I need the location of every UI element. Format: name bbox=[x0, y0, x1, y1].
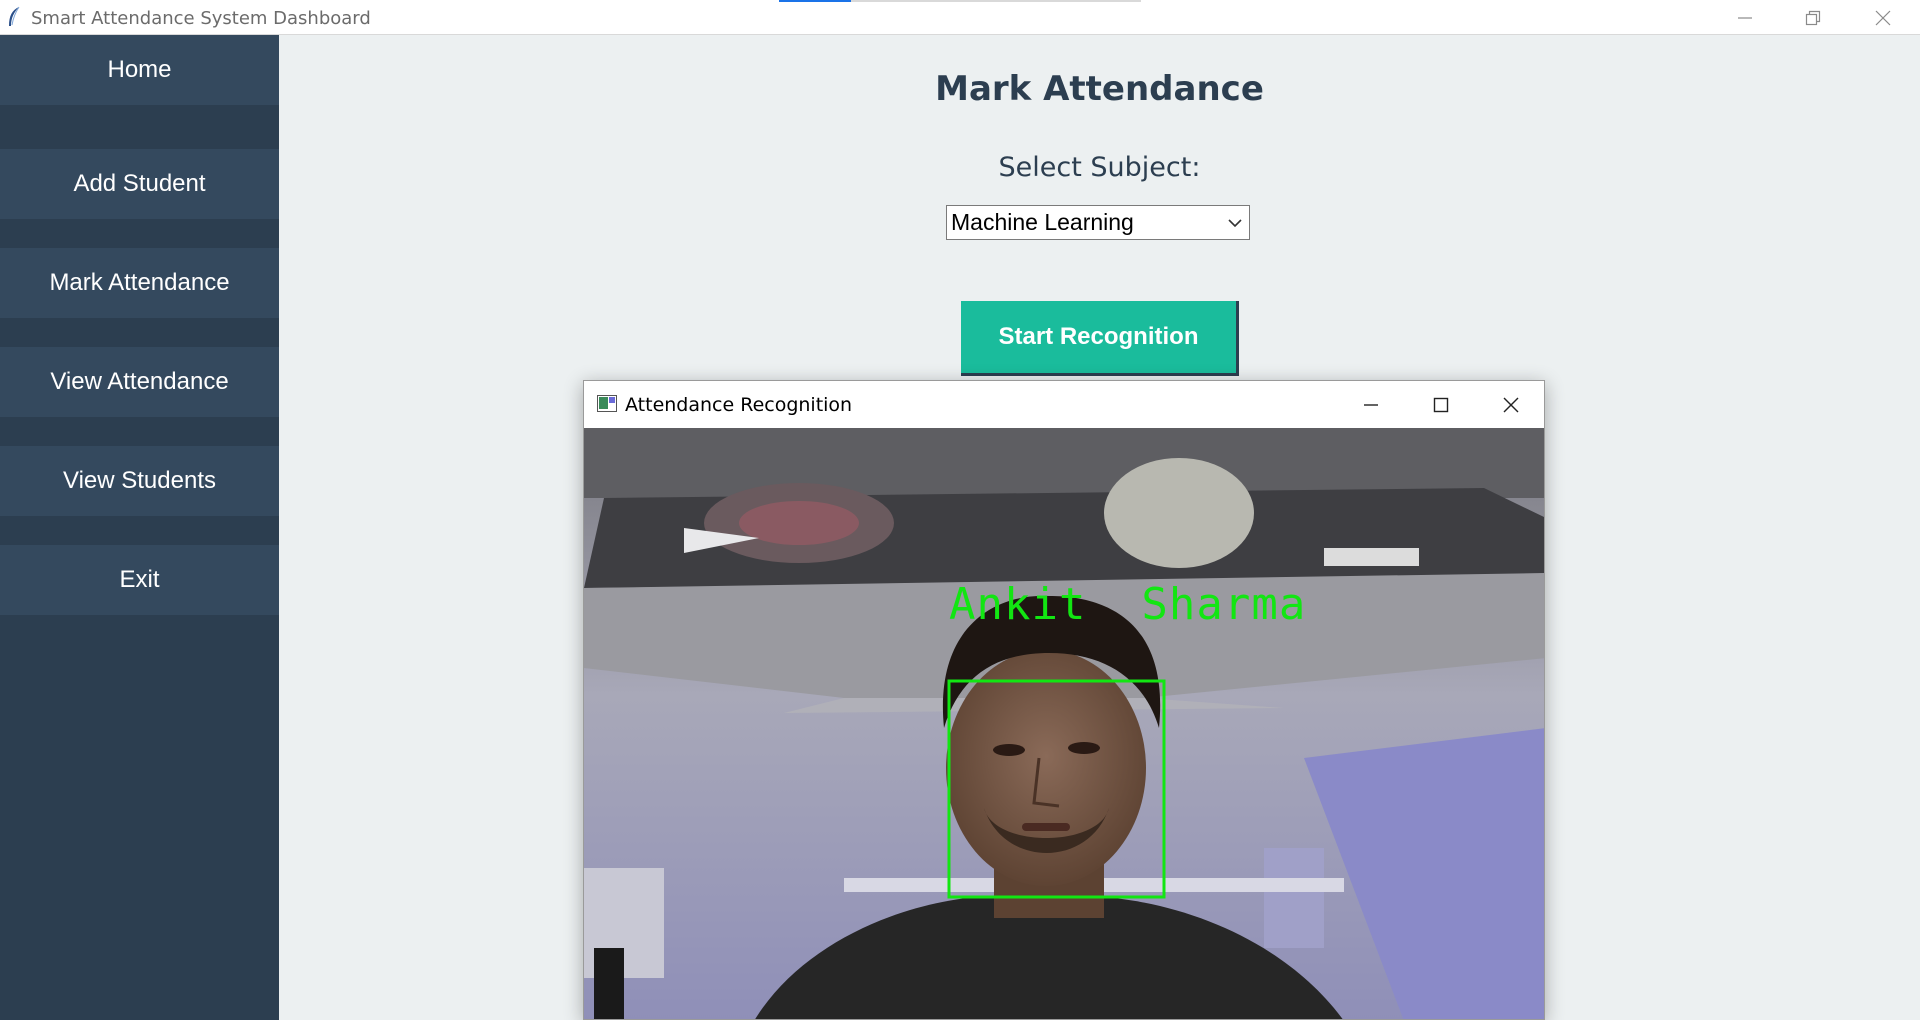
window-title-bar: Smart Attendance System Dashboard bbox=[0, 0, 1920, 35]
subject-selected-value: Machine Learning bbox=[951, 209, 1134, 235]
sidebar-item-exit[interactable]: Exit bbox=[0, 545, 279, 615]
sidebar-item-mark-attendance[interactable]: Mark Attendance bbox=[0, 248, 279, 318]
recognition-minimize-button[interactable] bbox=[1336, 381, 1406, 428]
recognition-title-bar: Attendance Recognition bbox=[584, 381, 1544, 428]
window-title: Smart Attendance System Dashboard bbox=[31, 8, 371, 29]
recognition-window: Attendance Recognition Ankit Sharma bbox=[583, 380, 1545, 1020]
sidebar-item-label: Home bbox=[107, 56, 172, 83]
recognition-close-button[interactable] bbox=[1476, 381, 1544, 428]
sidebar-item-label: Add Student bbox=[73, 170, 206, 197]
sidebar-item-label: Exit bbox=[119, 566, 160, 593]
sidebar-item-view-students[interactable]: View Students bbox=[0, 446, 279, 516]
tab-strip-active bbox=[779, 0, 851, 2]
subject-label: Select Subject: bbox=[998, 152, 1201, 183]
close-button[interactable] bbox=[1848, 0, 1918, 35]
page-title: Mark Attendance bbox=[935, 69, 1264, 109]
start-recognition-button[interactable]: Start Recognition bbox=[961, 301, 1239, 376]
sidebar-item-label: View Attendance bbox=[50, 368, 229, 395]
maximize-icon bbox=[1433, 397, 1449, 412]
sidebar: Home Add Student Mark Attendance View At… bbox=[0, 35, 279, 1020]
chevron-down-icon bbox=[1228, 219, 1242, 228]
recognition-maximize-button[interactable] bbox=[1406, 381, 1476, 428]
minimize-icon bbox=[1364, 403, 1378, 406]
sidebar-item-add-student[interactable]: Add Student bbox=[0, 149, 279, 219]
sidebar-item-home[interactable]: Home bbox=[0, 35, 279, 105]
sidebar-item-label: View Students bbox=[63, 467, 216, 494]
restore-icon bbox=[1805, 10, 1821, 25]
minimize-button[interactable] bbox=[1710, 0, 1780, 35]
close-icon bbox=[1875, 10, 1891, 25]
camera-feed bbox=[584, 428, 1544, 1019]
recognition-title: Attendance Recognition bbox=[625, 394, 853, 416]
window-app-icon bbox=[597, 395, 617, 412]
sidebar-item-label: Mark Attendance bbox=[49, 269, 230, 296]
feather-app-icon bbox=[9, 6, 20, 26]
restore-button[interactable] bbox=[1778, 0, 1848, 35]
sidebar-item-view-attendance[interactable]: View Attendance bbox=[0, 347, 279, 417]
close-icon bbox=[1503, 397, 1519, 412]
subject-dropdown[interactable]: Machine Learning bbox=[946, 205, 1250, 240]
detected-name-label: Ankit Sharma bbox=[949, 579, 1307, 630]
minimize-icon bbox=[1738, 16, 1752, 19]
